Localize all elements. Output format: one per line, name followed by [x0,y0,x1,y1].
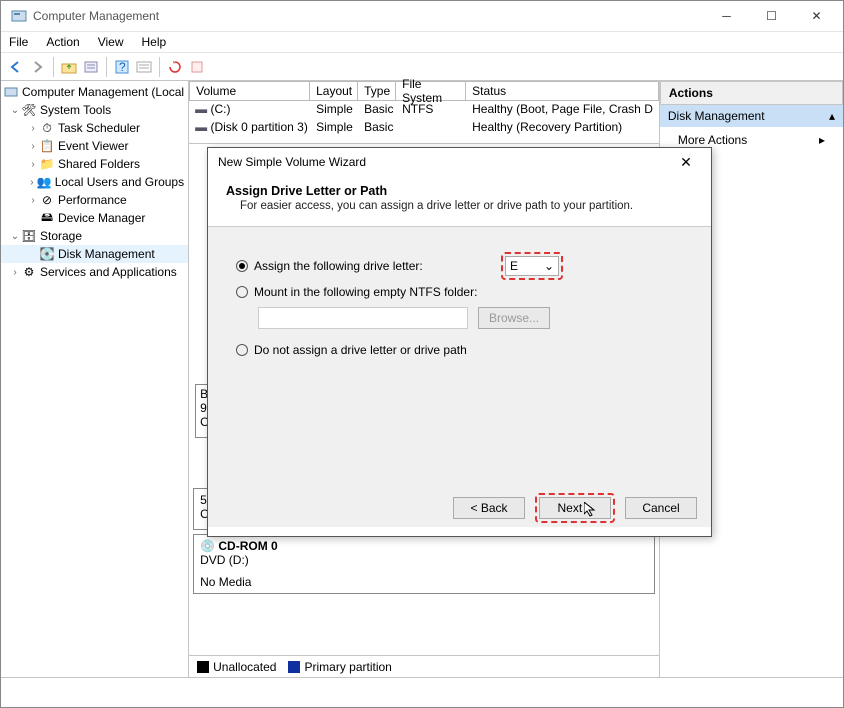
chevron-down-icon: ⌄ [544,259,554,273]
radio-icon[interactable] [236,286,248,298]
event-icon: 📋 [39,138,55,154]
radio-icon[interactable] [236,344,248,356]
services-icon: ⚙ [21,264,37,280]
statusbar [1,677,843,699]
tree-root[interactable]: Computer Management (Local [1,83,188,101]
expand-icon[interactable]: › [27,123,39,134]
dialog-body: Assign the following drive letter: E ⌄ M… [208,227,711,487]
help-icon[interactable]: ? [113,58,131,76]
legend-primary-swatch [288,661,300,673]
cancel-button[interactable]: Cancel [625,497,697,519]
back-icon[interactable] [7,58,25,76]
collapse-icon[interactable]: ⌄ [9,105,21,116]
tree-event-viewer[interactable]: ›📋Event Viewer [1,137,188,155]
dialog-title: New Simple Volume Wizard [218,155,671,169]
volume-grid: Volume Layout Type File System Status ▬ … [189,81,659,144]
grid-header: Volume Layout Type File System Status [189,81,659,101]
expand-icon[interactable]: ▸ [819,133,825,147]
dialog-heading: Assign Drive Letter or Path [226,184,693,198]
perf-icon: ⊘ [39,192,55,208]
dialog-titlebar: New Simple Volume Wizard ✕ [208,148,711,176]
menu-file[interactable]: File [9,35,28,49]
disk-icon: 💽 [39,246,55,262]
tree-local-users[interactable]: ›👥Local Users and Groups [1,173,188,191]
menu-view[interactable]: View [98,35,124,49]
folder-up-icon[interactable] [60,58,78,76]
col-fs[interactable]: File System [396,81,466,101]
tree-system-tools[interactable]: ⌄🛠System Tools [1,101,188,119]
svg-text:?: ? [119,60,126,74]
device-icon: 🖴 [39,210,55,226]
wizard-dialog: New Simple Volume Wizard ✕ Assign Drive … [207,147,712,537]
dialog-close-button[interactable]: ✕ [671,154,701,171]
menu-action[interactable]: Action [46,35,79,49]
dialog-header: Assign Drive Letter or Path For easier a… [208,176,711,227]
radio-icon[interactable] [236,260,248,272]
col-type[interactable]: Type [358,81,396,101]
collapse-icon[interactable]: ⌄ [9,231,21,242]
mount-folder-row: Browse... [236,305,683,331]
dialog-subheading: For easier access, you can assign a driv… [226,200,693,212]
menubar: File Action View Help [1,31,843,53]
forward-icon[interactable] [29,58,47,76]
option-mount-folder[interactable]: Mount in the following empty NTFS folder… [236,279,683,305]
option-assign-letter[interactable]: Assign the following drive letter: E ⌄ [236,253,683,279]
list-icon[interactable] [135,58,153,76]
expand-icon[interactable]: › [27,177,37,188]
tree-shared-folders[interactable]: ›📁Shared Folders [1,155,188,173]
tree-task-scheduler[interactable]: ›⏱Task Scheduler [1,119,188,137]
option-no-letter[interactable]: Do not assign a drive letter or drive pa… [236,337,683,363]
col-status[interactable]: Status [466,81,659,101]
tools-icon: 🛠 [21,102,37,118]
mount-path-input[interactable] [258,307,468,329]
minimize-button[interactable]: ─ [704,2,749,30]
tree-disk-management[interactable]: 💽Disk Management [1,245,188,263]
grid-row[interactable]: ▬ (C:) Simple Basic NTFS Healthy (Boot, … [189,101,659,119]
window-title: Computer Management [33,9,704,23]
tree-device-manager[interactable]: 🖴Device Manager [1,209,188,227]
maximize-button[interactable]: ☐ [749,2,794,30]
cdrom-header: 💿 CD-ROM 0 DVD (D:) No Media [194,535,314,593]
cdrom-volume [314,535,654,593]
app-icon [11,8,27,24]
actions-disk-management[interactable]: Disk Management ▴ [660,105,843,127]
collapse-icon[interactable]: ▴ [829,109,835,123]
legend-unallocated-swatch [197,661,209,673]
actions-header: Actions [660,81,843,105]
folder-icon: 📁 [39,156,55,172]
col-layout[interactable]: Layout [310,81,358,101]
nav-tree[interactable]: Computer Management (Local ⌄🛠System Tool… [1,81,189,677]
back-button[interactable]: < Back [453,497,525,519]
settings-icon[interactable] [188,58,206,76]
drive-letter-select[interactable]: E ⌄ [505,256,559,276]
legend: Unallocated Primary partition [189,655,659,677]
tree-storage[interactable]: ⌄🗄Storage [1,227,188,245]
expand-icon[interactable]: › [27,141,39,152]
menu-help[interactable]: Help [142,35,167,49]
clock-icon: ⏱ [39,120,55,136]
cdrom-row[interactable]: 💿 CD-ROM 0 DVD (D:) No Media [193,534,655,594]
col-volume[interactable]: Volume [189,81,310,101]
titlebar: Computer Management ─ ☐ ✕ [1,1,843,31]
refresh-icon[interactable] [166,58,184,76]
dialog-footer: < Back Next > Cancel [208,487,711,527]
browse-button[interactable]: Browse... [478,307,550,329]
tree-services-apps[interactable]: ›⚙Services and Applications [1,263,188,281]
users-icon: 👥 [37,174,52,190]
computer-icon [3,84,19,100]
expand-icon[interactable]: › [27,195,39,206]
expand-icon[interactable]: › [27,159,39,170]
cursor-icon [584,502,600,518]
properties-icon[interactable] [82,58,100,76]
storage-icon: 🗄 [21,228,37,244]
next-button[interactable]: Next > [539,497,611,519]
grid-row[interactable]: ▬ (Disk 0 partition 3) Simple Basic Heal… [189,119,659,137]
tree-performance[interactable]: ›⊘Performance [1,191,188,209]
expand-icon[interactable]: › [9,267,21,278]
close-button[interactable]: ✕ [794,2,839,30]
